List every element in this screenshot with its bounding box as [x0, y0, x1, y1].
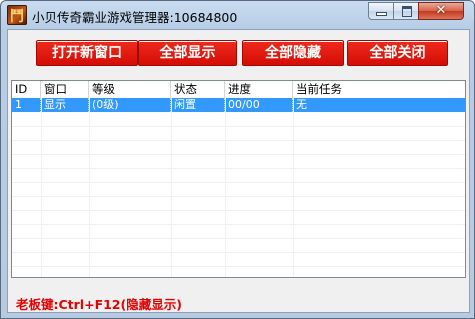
- grid-line: [12, 140, 465, 141]
- row-level: (0级): [89, 98, 171, 112]
- open-new-window-button[interactable]: 打开新窗口: [36, 40, 138, 66]
- grid-line: [89, 98, 90, 277]
- hide-all-button[interactable]: 全部隐藏: [242, 40, 344, 66]
- grid-line: [41, 98, 42, 277]
- column-header-current-task[interactable]: 当前任务: [293, 81, 465, 98]
- app-logo-icon: 鬥: [7, 5, 27, 25]
- row-status: 闲置: [171, 98, 225, 112]
- grid-line: [12, 224, 465, 225]
- grid-line: [12, 154, 465, 155]
- column-header-id[interactable]: ID: [12, 81, 41, 98]
- boss-key-hint: 老板键:Ctrl+F12(隐藏显示): [16, 297, 182, 312]
- row-progress: 00/00: [225, 98, 293, 112]
- table-row[interactable]: 1 显示 (0级) 闲置 00/00 无: [12, 98, 465, 112]
- column-header-status[interactable]: 状态: [171, 81, 225, 98]
- column-header-window[interactable]: 窗口: [41, 81, 89, 98]
- client-area: 打开新窗口 全部显示 全部隐藏 全部关闭 ID 窗口 等级 状态 进度 当前任务…: [7, 29, 470, 313]
- grid-line: [225, 98, 226, 277]
- grid-line: [12, 252, 465, 253]
- grid-line: [12, 210, 465, 211]
- row-window-state: 显示: [41, 98, 89, 112]
- maximize-button[interactable]: [393, 2, 419, 20]
- title-bar[interactable]: 鬥 小贝传奇霸业游戏管理器:10684800 ✕: [1, 1, 474, 29]
- window-list-table[interactable]: ID 窗口 等级 状态 进度 当前任务 1 显示 (0级) 闲置 00/00 无: [11, 80, 466, 278]
- grid-line: [12, 266, 465, 267]
- close-button[interactable]: ✕: [418, 2, 464, 20]
- close-icon: ✕: [435, 3, 447, 18]
- grid-line: [12, 182, 465, 183]
- window-title: 小贝传奇霸业游戏管理器:10684800: [32, 10, 238, 25]
- column-header-progress[interactable]: 进度: [225, 81, 293, 98]
- minimize-icon: [377, 13, 386, 15]
- grid-line: [12, 196, 465, 197]
- close-all-button[interactable]: 全部关闭: [347, 40, 448, 66]
- show-all-button[interactable]: 全部显示: [138, 40, 237, 66]
- app-window: 鬥 小贝传奇霸业游戏管理器:10684800 ✕ 打开新窗口 全部显示 全部隐藏…: [0, 0, 475, 319]
- row-current-task: 无: [296, 98, 307, 111]
- minimize-button[interactable]: [368, 2, 394, 20]
- row-id: 1: [12, 98, 41, 112]
- maximize-icon: [402, 6, 412, 17]
- grid-line: [293, 98, 294, 277]
- grid-line: [12, 168, 465, 169]
- column-header-level[interactable]: 等级: [89, 81, 171, 98]
- table-header: ID 窗口 等级 状态 进度 当前任务: [12, 81, 465, 99]
- grid-line: [12, 238, 465, 239]
- grid-line: [12, 126, 465, 127]
- grid-line: [171, 98, 172, 277]
